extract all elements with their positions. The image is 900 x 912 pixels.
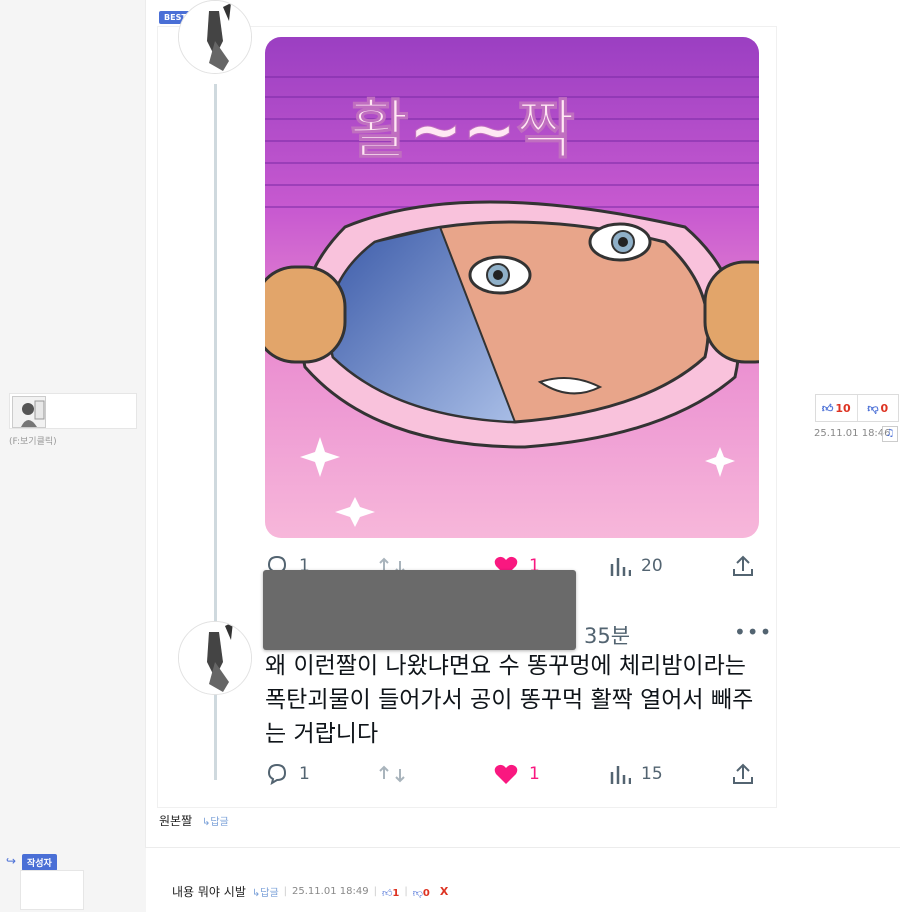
redacted-user-info [263,570,576,650]
comment1-body: 원본짤 ↳답글 [159,812,229,829]
reply-arrow-icon: ↪ [6,854,17,868]
thumbs-up-icon: 👍︎ [381,887,393,899]
tweet-avatar-top [178,0,252,74]
share-icon [733,763,753,784]
comment1-timestamp: 25.11.01 18:46 [814,428,891,439]
comment2-row: 내용 뭐야 시발 ↳답글 | 25.11.01 18:49 | 👍︎1 | 👎︎… [172,884,449,899]
comic-caption: 활~~짝 [350,94,575,168]
heart-icon [494,764,518,784]
like-count: 1 [529,764,540,784]
author-profile-box[interactable] [20,870,84,910]
comment1-text: 원본짤 [159,814,193,828]
downvote-count: 0 [880,401,889,415]
comment2-downvote-count: 0 [422,887,430,899]
share-icon [733,555,753,576]
thumbs-down-icon: 👎︎ [867,401,879,415]
comment2-reply-link[interactable]: ↳답글 [252,884,279,899]
comment2-upvote-count: 1 [392,887,400,899]
user-profile-box[interactable] [9,393,137,429]
reply-count: 1 [299,764,310,784]
user-avatar[interactable] [12,396,46,428]
comment1-reply-link[interactable]: ↳답글 [202,817,229,828]
reply-action[interactable]: 1 [265,763,310,785]
comment2-upvote[interactable]: 👍︎1 [382,885,399,899]
comment2-text: 내용 뭐야 시발 [172,885,246,899]
delete-button[interactable]: X [440,885,448,898]
comment2-timestamp: 25.11.01 18:49 [292,886,369,897]
tweet-time: 35분 [584,624,631,648]
views-icon [610,558,631,576]
upvote-count: 10 [835,401,851,415]
bottom-action-bar: 1 1 15 [265,763,765,787]
like-action[interactable]: 1 [493,763,540,785]
tweet-text: 왜 이런짤이 나왔냐면요 수 똥꾸멍에 체리밤이라는 폭탄괴물이 들어가서 공이… [265,653,754,747]
upvote-button[interactable]: 👍︎ 10 [816,395,858,421]
retweet-action[interactable] [379,763,405,785]
tweet-avatar-reply [178,621,252,695]
views-action[interactable]: 15 [609,763,663,785]
share-action[interactable] [732,555,754,577]
retweet-icon [379,765,405,783]
author-badge: 작성자 [22,854,57,871]
comic-panel: 활~~짝 [265,37,759,538]
reply-icon [267,763,287,785]
thumbs-down-icon: 👎︎ [412,887,423,899]
share-action[interactable] [732,763,754,785]
comment1-vote-box: 👍︎ 10 👎︎ 0 [815,394,899,422]
user-hint: (F:보기클릭) [9,437,57,447]
comment-divider [146,847,900,848]
views-count: 15 [641,764,663,784]
left-column [0,0,146,912]
more-options-icon[interactable]: ••• [734,620,772,644]
downvote-button[interactable]: 👎︎ 0 [858,395,899,421]
notify-bell-icon[interactable]: ♫ [882,426,898,442]
thumbs-up-icon: 👍︎ [821,401,834,415]
views-count: 20 [641,556,663,576]
views-action[interactable]: 20 [609,555,663,577]
views-icon [610,766,631,784]
comment2-downvote[interactable]: 👎︎0 [413,885,430,899]
